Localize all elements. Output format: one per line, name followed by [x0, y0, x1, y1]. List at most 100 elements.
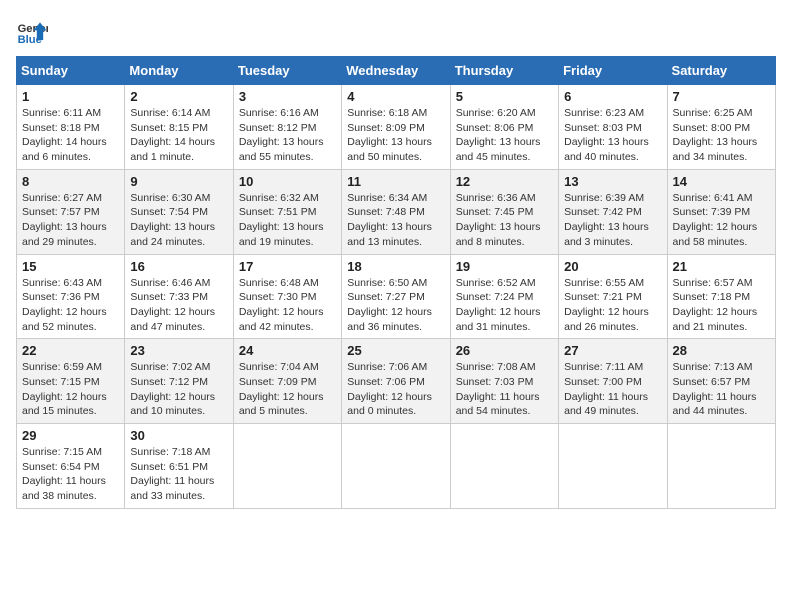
day-number: 25 — [347, 343, 444, 358]
calendar-cell: 28 Sunrise: 7:13 AMSunset: 6:57 PMDayligh… — [667, 339, 775, 424]
day-info: Sunrise: 7:08 AMSunset: 7:03 PMDaylight:… — [456, 360, 553, 419]
day-number: 2 — [130, 89, 227, 104]
day-info: Sunrise: 6:30 AMSunset: 7:54 PMDaylight:… — [130, 191, 227, 250]
day-number: 28 — [673, 343, 770, 358]
day-info: Sunrise: 6:55 AMSunset: 7:21 PMDaylight:… — [564, 276, 661, 335]
calendar-cell: 16 Sunrise: 6:46 AMSunset: 7:33 PMDayligh… — [125, 254, 233, 339]
day-info: Sunrise: 6:14 AMSunset: 8:15 PMDaylight:… — [130, 106, 227, 165]
day-info: Sunrise: 6:57 AMSunset: 7:18 PMDaylight:… — [673, 276, 770, 335]
day-info: Sunrise: 6:41 AMSunset: 7:39 PMDaylight:… — [673, 191, 770, 250]
calendar-cell: 23 Sunrise: 7:02 AMSunset: 7:12 PMDayligh… — [125, 339, 233, 424]
page-header: General Blue — [16, 16, 776, 48]
day-number: 15 — [22, 259, 119, 274]
calendar-cell — [233, 424, 341, 509]
day-number: 24 — [239, 343, 336, 358]
calendar-cell — [667, 424, 775, 509]
calendar-cell: 12Sunrise: 6:36 AMSunset: 7:45 PMDayligh… — [450, 169, 558, 254]
weekday-header-tuesday: Tuesday — [233, 57, 341, 85]
calendar-cell: 5 Sunrise: 6:20 AMSunset: 8:06 PMDaylight… — [450, 85, 558, 170]
day-number: 5 — [456, 89, 553, 104]
week-row-3: 15 Sunrise: 6:43 AMSunset: 7:36 PMDayligh… — [17, 254, 776, 339]
calendar-cell: 10 Sunrise: 6:32 AMSunset: 7:51 PMDayligh… — [233, 169, 341, 254]
weekday-header-thursday: Thursday — [450, 57, 558, 85]
calendar-body: 1 Sunrise: 6:11 AMSunset: 8:18 PMDaylight… — [17, 85, 776, 509]
logo: General Blue — [16, 16, 52, 48]
calendar-cell: 1 Sunrise: 6:11 AMSunset: 8:18 PMDaylight… — [17, 85, 125, 170]
week-row-2: 8 Sunrise: 6:27 AMSunset: 7:57 PMDaylight… — [17, 169, 776, 254]
day-number: 26 — [456, 343, 553, 358]
day-number: 27 — [564, 343, 661, 358]
day-number: 1 — [22, 89, 119, 104]
day-info: Sunrise: 7:15 AMSunset: 6:54 PMDaylight:… — [22, 445, 119, 504]
day-info: Sunrise: 6:25 AMSunset: 8:00 PMDaylight:… — [673, 106, 770, 165]
weekday-header-friday: Friday — [559, 57, 667, 85]
day-info: Sunrise: 7:02 AMSunset: 7:12 PMDaylight:… — [130, 360, 227, 419]
day-info: Sunrise: 6:52 AMSunset: 7:24 PMDaylight:… — [456, 276, 553, 335]
day-number: 7 — [673, 89, 770, 104]
day-number: 21 — [673, 259, 770, 274]
calendar-cell: 6Sunrise: 6:23 AMSunset: 8:03 PMDaylight… — [559, 85, 667, 170]
day-info: Sunrise: 7:04 AMSunset: 7:09 PMDaylight:… — [239, 360, 336, 419]
calendar-cell: 8 Sunrise: 6:27 AMSunset: 7:57 PMDaylight… — [17, 169, 125, 254]
calendar-cell: 18 Sunrise: 6:50 AMSunset: 7:27 PMDayligh… — [342, 254, 450, 339]
calendar-cell: 2 Sunrise: 6:14 AMSunset: 8:15 PMDaylight… — [125, 85, 233, 170]
day-info: Sunrise: 7:13 AMSunset: 6:57 PMDaylight:… — [673, 360, 770, 419]
calendar-cell: 4Sunrise: 6:18 AMSunset: 8:09 PMDaylight… — [342, 85, 450, 170]
logo-icon: General Blue — [16, 16, 48, 48]
day-number: 19 — [456, 259, 553, 274]
calendar-cell: 29 Sunrise: 7:15 AMSunset: 6:54 PMDayligh… — [17, 424, 125, 509]
calendar-cell: 30Sunrise: 7:18 AMSunset: 6:51 PMDayligh… — [125, 424, 233, 509]
day-number: 22 — [22, 343, 119, 358]
calendar-cell: 9 Sunrise: 6:30 AMSunset: 7:54 PMDaylight… — [125, 169, 233, 254]
calendar-cell: 20Sunrise: 6:55 AMSunset: 7:21 PMDayligh… — [559, 254, 667, 339]
day-number: 18 — [347, 259, 444, 274]
weekday-header-monday: Monday — [125, 57, 233, 85]
day-number: 16 — [130, 259, 227, 274]
day-number: 17 — [239, 259, 336, 274]
calendar-cell: 7 Sunrise: 6:25 AMSunset: 8:00 PMDaylight… — [667, 85, 775, 170]
day-number: 29 — [22, 428, 119, 443]
weekday-header-sunday: Sunday — [17, 57, 125, 85]
day-number: 8 — [22, 174, 119, 189]
day-number: 13 — [564, 174, 661, 189]
day-info: Sunrise: 6:34 AMSunset: 7:48 PMDaylight:… — [347, 191, 444, 250]
day-number: 3 — [239, 89, 336, 104]
day-info: Sunrise: 6:50 AMSunset: 7:27 PMDaylight:… — [347, 276, 444, 335]
day-info: Sunrise: 6:27 AMSunset: 7:57 PMDaylight:… — [22, 191, 119, 250]
day-number: 9 — [130, 174, 227, 189]
day-info: Sunrise: 6:48 AMSunset: 7:30 PMDaylight:… — [239, 276, 336, 335]
day-info: Sunrise: 6:20 AMSunset: 8:06 PMDaylight:… — [456, 106, 553, 165]
calendar-cell: 14 Sunrise: 6:41 AMSunset: 7:39 PMDayligh… — [667, 169, 775, 254]
weekday-header-saturday: Saturday — [667, 57, 775, 85]
calendar-cell: 19 Sunrise: 6:52 AMSunset: 7:24 PMDayligh… — [450, 254, 558, 339]
calendar-cell: 26 Sunrise: 7:08 AMSunset: 7:03 PMDayligh… — [450, 339, 558, 424]
day-number: 11 — [347, 174, 444, 189]
week-row-1: 1 Sunrise: 6:11 AMSunset: 8:18 PMDaylight… — [17, 85, 776, 170]
calendar-cell — [559, 424, 667, 509]
calendar-cell — [450, 424, 558, 509]
day-info: Sunrise: 7:18 AMSunset: 6:51 PMDaylight:… — [130, 445, 227, 504]
calendar-cell: 25 Sunrise: 7:06 AMSunset: 7:06 PMDayligh… — [342, 339, 450, 424]
calendar-cell — [342, 424, 450, 509]
day-info: Sunrise: 6:59 AMSunset: 7:15 PMDaylight:… — [22, 360, 119, 419]
day-info: Sunrise: 6:36 AMSunset: 7:45 PMDaylight:… — [456, 191, 553, 250]
calendar-cell: 11 Sunrise: 6:34 AMSunset: 7:48 PMDayligh… — [342, 169, 450, 254]
day-info: Sunrise: 6:46 AMSunset: 7:33 PMDaylight:… — [130, 276, 227, 335]
day-info: Sunrise: 6:11 AMSunset: 8:18 PMDaylight:… — [22, 106, 119, 165]
week-row-4: 22 Sunrise: 6:59 AMSunset: 7:15 PMDayligh… — [17, 339, 776, 424]
calendar-cell: 22 Sunrise: 6:59 AMSunset: 7:15 PMDayligh… — [17, 339, 125, 424]
day-info: Sunrise: 6:16 AMSunset: 8:12 PMDaylight:… — [239, 106, 336, 165]
day-number: 14 — [673, 174, 770, 189]
day-info: Sunrise: 6:43 AMSunset: 7:36 PMDaylight:… — [22, 276, 119, 335]
day-info: Sunrise: 6:39 AMSunset: 7:42 PMDaylight:… — [564, 191, 661, 250]
weekday-header-wednesday: Wednesday — [342, 57, 450, 85]
day-number: 23 — [130, 343, 227, 358]
day-info: Sunrise: 7:11 AMSunset: 7:00 PMDaylight:… — [564, 360, 661, 419]
day-info: Sunrise: 7:06 AMSunset: 7:06 PMDaylight:… — [347, 360, 444, 419]
day-info: Sunrise: 6:32 AMSunset: 7:51 PMDaylight:… — [239, 191, 336, 250]
calendar-cell: 21 Sunrise: 6:57 AMSunset: 7:18 PMDayligh… — [667, 254, 775, 339]
calendar-cell: 27 Sunrise: 7:11 AMSunset: 7:00 PMDayligh… — [559, 339, 667, 424]
day-number: 4 — [347, 89, 444, 104]
calendar-cell: 13 Sunrise: 6:39 AMSunset: 7:42 PMDayligh… — [559, 169, 667, 254]
day-number: 10 — [239, 174, 336, 189]
